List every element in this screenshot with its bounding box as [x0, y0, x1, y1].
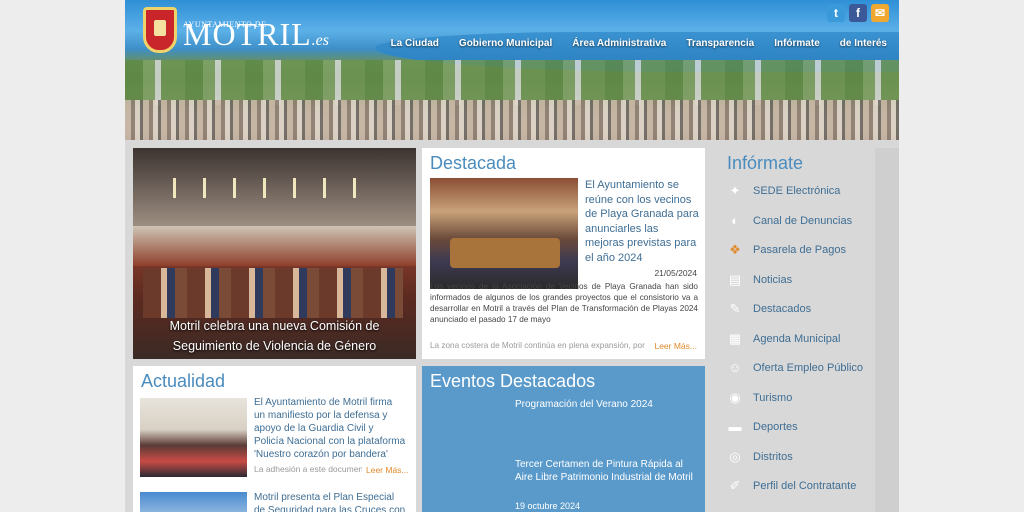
hero-caption[interactable]: Motril celebra una nueva Comisión de Seg… — [133, 316, 416, 356]
hero-slide[interactable]: Motril celebra una nueva Comisión de Seg… — [133, 148, 416, 359]
sidebar-item-distritos[interactable]: ◎ Distritos — [727, 447, 793, 467]
header-banner: AYUNTAMIENTO DE MOTRIL.es t f ✉ La Ciuda… — [125, 0, 899, 140]
sidebar-item-oferta-empleo-publico[interactable]: ☺ Oferta Empleo Público — [727, 358, 863, 378]
sidebar-item-label: Agenda Municipal — [753, 332, 841, 345]
document-icon: ✐ — [729, 478, 741, 493]
sidebar-item-noticias[interactable]: ▤ Noticias — [727, 270, 792, 290]
destacada-image[interactable] — [430, 178, 578, 289]
eventos-title: Eventos Destacados — [430, 371, 596, 391]
payment-hand-icon: ❖ — [729, 242, 741, 257]
page: AYUNTAMIENTO DE MOTRIL.es t f ✉ La Ciuda… — [125, 0, 899, 512]
eventos-panel: Eventos Destacados Programación del Vera… — [422, 366, 705, 512]
megaphone-icon: ◐ — [731, 212, 739, 228]
banner-city — [125, 100, 899, 140]
sidebar-item-label: Deportes — [753, 421, 798, 433]
coat-of-arms-icon — [143, 7, 177, 53]
map-pin-icon: ◎ — [729, 448, 741, 464]
actualidad-title: Actualidad — [141, 371, 226, 391]
site-logo[interactable]: AYUNTAMIENTO DE MOTRIL.es — [143, 4, 329, 56]
twitter-icon[interactable]: t — [827, 4, 845, 22]
sidebar-item-deportes[interactable]: ▬ Deportes — [727, 417, 798, 437]
event-thumbnail-2[interactable] — [430, 456, 508, 502]
sidebar-item-canal-de-denuncias[interactable]: ◐ Canal de Denuncias — [727, 211, 852, 231]
facebook-icon[interactable]: f — [849, 4, 867, 22]
eye-icon: ◉ — [729, 389, 741, 405]
newspaper-icon: ▤ — [728, 271, 742, 287]
sidebar-item-label: Distritos — [753, 450, 793, 463]
sidebar-item-perfil-del-contratante[interactable]: ✐ Perfil del Contratante — [727, 476, 857, 496]
sidebar-item-destacados[interactable]: ✎ Destacados — [727, 299, 812, 319]
destacada-headline[interactable]: El Ayuntamiento se reúne con los vecinos… — [585, 178, 700, 266]
social-links: t f ✉ — [827, 4, 889, 22]
hero-photo — [143, 268, 403, 318]
sidebar-title: Infórmate — [727, 153, 804, 173]
sidebar-item-label: Turismo — [753, 391, 793, 404]
nav-area-administrativa[interactable]: Área Administrativa — [572, 38, 666, 49]
destacada-excerpt: La zona costera de Motril continúa en pl… — [430, 341, 645, 350]
destacada-date: 21/05/2024 — [654, 268, 697, 278]
event-title-2[interactable]: Tercer Certamen de Pintura Rápida al Air… — [515, 458, 700, 484]
sidebar-item-label: Oferta Empleo Público — [753, 362, 864, 374]
actualidad-panel: Actualidad El Ayuntamiento de Motril fir… — [133, 366, 416, 512]
sidebar-item-agenda-municipal[interactable]: ▦ Agenda Municipal — [727, 329, 841, 349]
logo-suffix: .es — [311, 32, 329, 49]
destacada-body: Los vecinos de la Asociación de Vecinos … — [430, 282, 698, 324]
chat-icon[interactable]: ✉ — [871, 4, 889, 22]
shoe-icon: ▬ — [728, 419, 742, 434]
actualidad-image-1[interactable] — [140, 398, 247, 477]
sidebar-item-turismo[interactable]: ◉ Turismo — [727, 388, 792, 408]
nav-transparencia[interactable]: Transparencia — [686, 38, 754, 49]
destacada-title: Destacada — [430, 153, 517, 173]
sidebar-item-label: Perfil del Contratante — [753, 480, 857, 492]
sidebar-item-pasarela-de-pagos[interactable]: ❖ Pasarela de Pagos — [727, 240, 846, 260]
nav-la-ciudad[interactable]: La Ciudad — [391, 38, 439, 49]
banner-fields — [125, 60, 899, 105]
nav-informate[interactable]: Infórmate — [774, 38, 820, 49]
actualidad-headline-1[interactable]: El Ayuntamiento de Motril firma un manif… — [254, 396, 406, 461]
actualidad-excerpt-1: La adhesión a este documento — [254, 464, 362, 474]
actualidad-image-2[interactable] — [140, 492, 247, 512]
event-thumbnail-1[interactable] — [430, 396, 508, 442]
actualidad-read-more-link[interactable]: Leer Más... — [366, 465, 409, 475]
logo-small-text: AYUNTAMIENTO DE — [183, 20, 267, 29]
sidebar-item-sede-electronica[interactable]: ✦ SEDE Electrónica — [727, 181, 841, 201]
sidebar-edge — [875, 148, 899, 512]
event-title-1[interactable]: Programación del Verano 2024 — [515, 398, 700, 411]
destacada-read-more-link[interactable]: Leer Más... — [654, 341, 697, 351]
sidebar-item-label: Noticias — [753, 273, 793, 286]
sidebar-item-label: SEDE Electrónica — [753, 185, 841, 197]
actualidad-headline-2[interactable]: Motril presenta el Plan Especial de Segu… — [254, 491, 406, 512]
sidebar-item-label: Pasarela de Pagos — [753, 244, 846, 256]
nav-gobierno-municipal[interactable]: Gobierno Municipal — [459, 38, 552, 49]
destacada-panel: Destacada El Ayuntamiento se reúne con l… — [422, 148, 705, 359]
calendar-icon: ▦ — [728, 330, 742, 346]
main-nav: La Ciudad Gobierno Municipal Área Admini… — [391, 38, 887, 49]
sidebar-item-label: Destacados — [753, 303, 812, 315]
sidebar-item-label: Canal de Denuncias — [753, 214, 853, 227]
edit-icon: ✎ — [729, 301, 741, 316]
people-icon: ☺ — [728, 360, 742, 375]
event-date-2: 19 octubre 2024 — [515, 501, 581, 511]
network-icon: ✦ — [729, 183, 741, 198]
informate-sidebar: Infórmate ✦ SEDE Electrónica ◐ Canal de Den… — [715, 148, 875, 512]
nav-de-interes[interactable]: de Interés — [840, 38, 887, 49]
